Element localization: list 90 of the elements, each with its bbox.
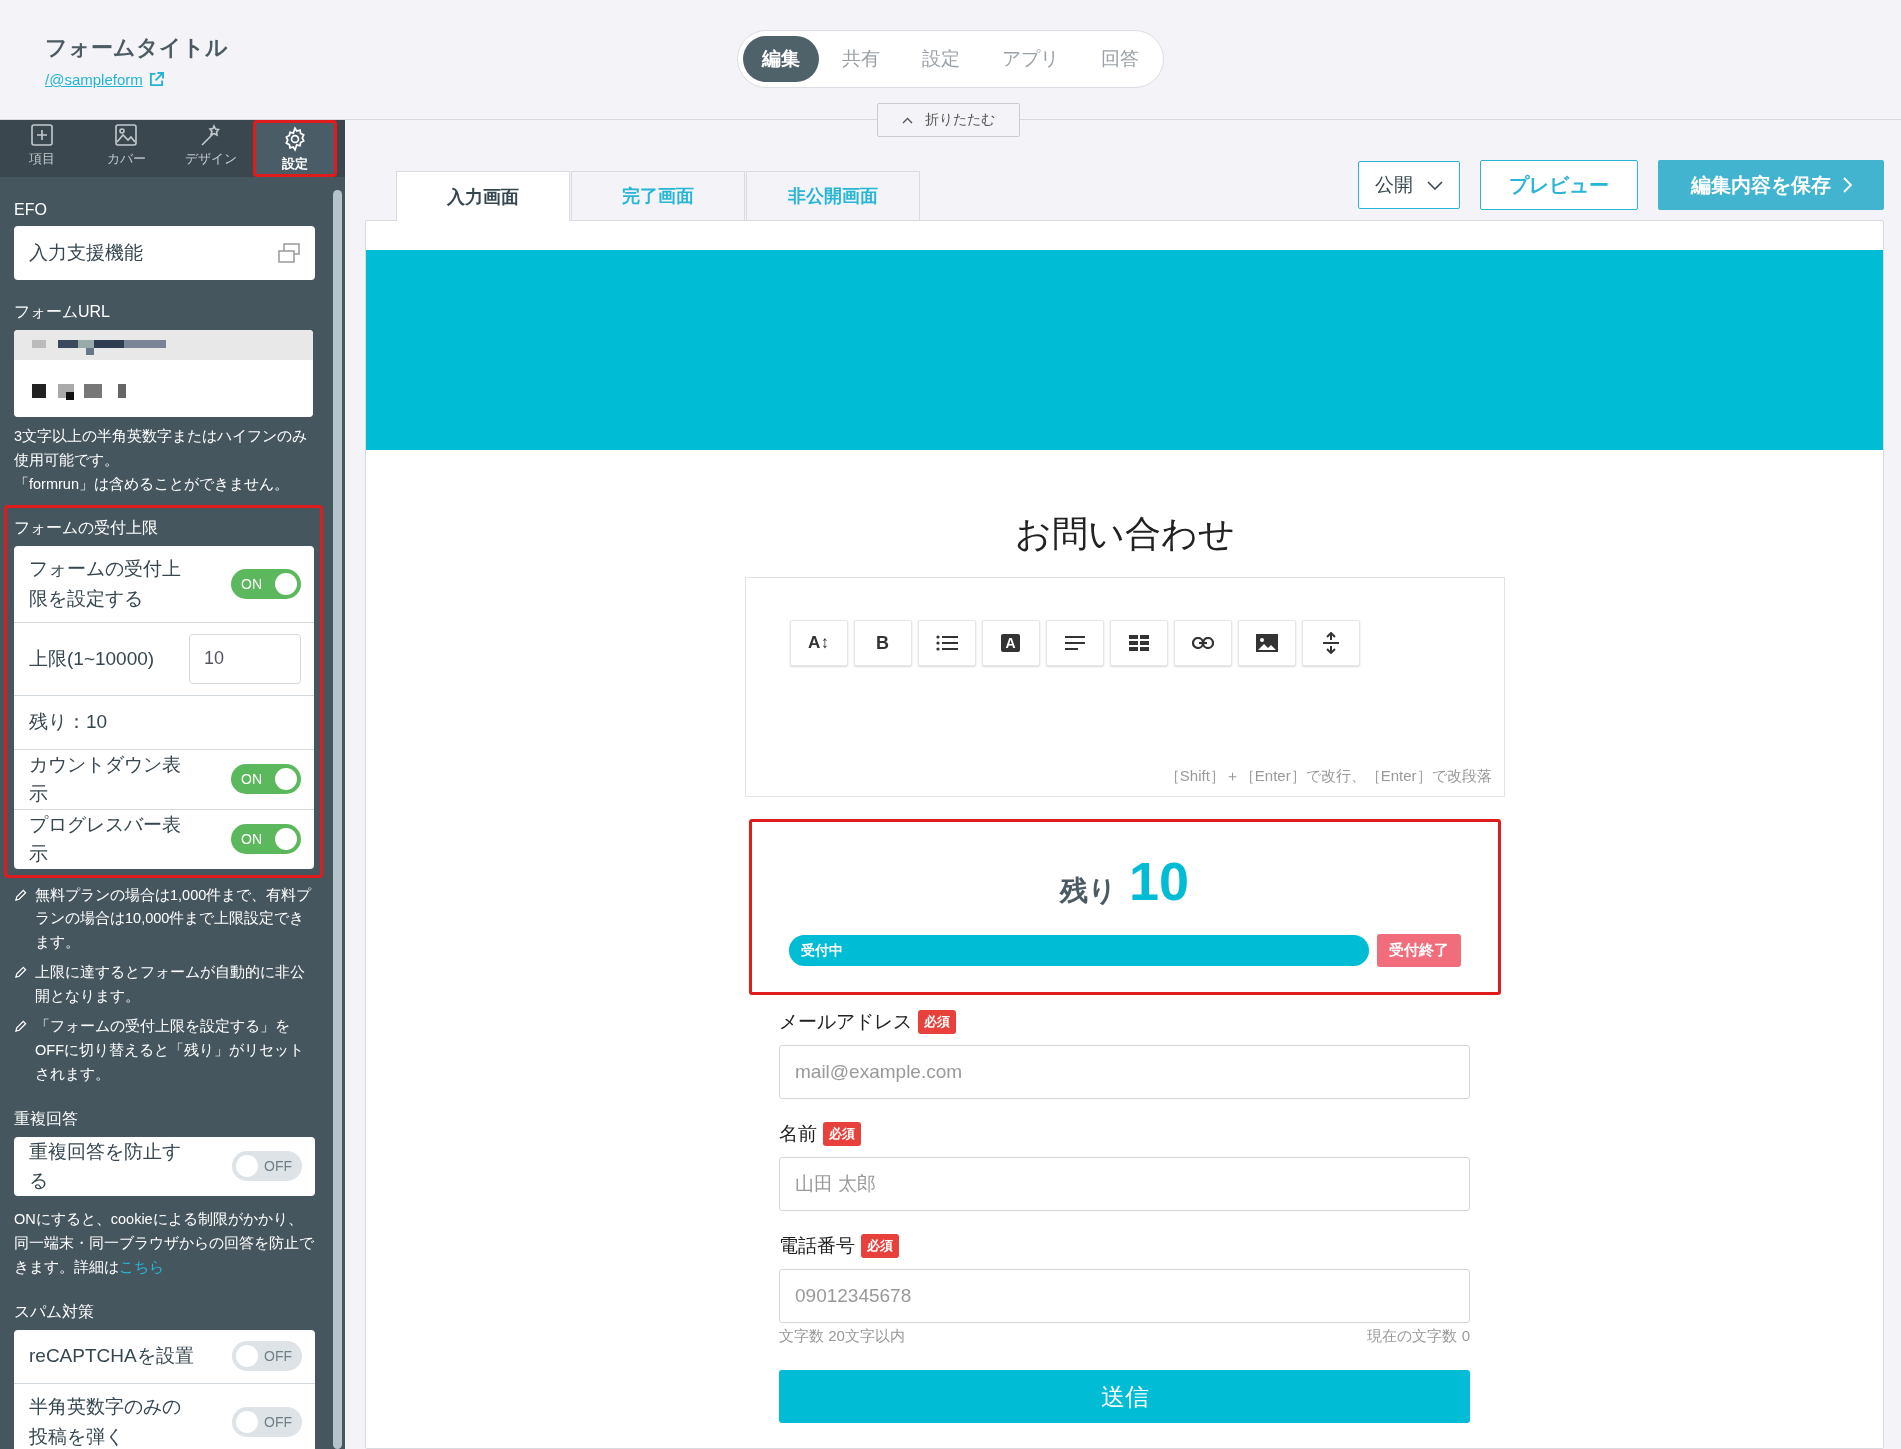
toolbar-button[interactable] — [1109, 620, 1168, 666]
help-text: 無料プランの場合は1,000件まで、有料プランの場合は10,000件まで上限設定できます。 — [35, 885, 313, 953]
pencil-icon — [14, 966, 27, 980]
plus-box-icon — [30, 123, 55, 147]
required-badge: 必須 — [861, 1234, 899, 1258]
toggle-switch[interactable]: OFF — [232, 1406, 302, 1437]
char-count: 現在の文字数 0 — [1367, 1327, 1470, 1346]
remaining-number: 10 — [1128, 850, 1190, 912]
help-text: 3文字以上の半角英数字またはハイフンのみ使用可能です。 — [14, 428, 308, 468]
input-field[interactable]: 山田 太郎 — [779, 1157, 1470, 1211]
align-left-icon — [1064, 636, 1085, 650]
help-text: 文字数 20文字以内 — [779, 1327, 905, 1346]
line-height-icon — [1322, 632, 1339, 654]
setting-label: 半角英数字のみの投稿を弾く — [29, 1395, 182, 1449]
windows-icon — [278, 243, 300, 263]
help-text: 上限に達するとフォームが自動的に非公開となります。 — [35, 963, 306, 1007]
section-tab[interactable]: アプリ — [983, 36, 1078, 82]
field-label: 電話番号 — [779, 1234, 855, 1258]
toolbar-button[interactable] — [1301, 620, 1360, 666]
input-field[interactable]: mail@example.com — [779, 1045, 1470, 1099]
required-badge: 必須 — [823, 1122, 861, 1146]
collapse-button[interactable]: 折りたたむ — [877, 103, 1020, 137]
list-icon — [935, 635, 958, 651]
setting-label: カウントダウン表示 — [29, 752, 182, 807]
publish-dropdown[interactable]: 公開 — [1358, 161, 1460, 209]
sidebar-tab[interactable]: 項目 — [0, 120, 85, 177]
progress-fill: 受付中 — [788, 935, 1369, 966]
section-tab[interactable]: 共有 — [823, 36, 899, 82]
editor-hint: ［Shift］＋［Enter］で改行、［Enter］で改段落 — [1164, 767, 1492, 786]
toolbar-button[interactable]: B — [853, 620, 912, 666]
screen-tab[interactable]: 完了画面 — [571, 171, 745, 220]
setting-label: reCAPTCHAを設置 — [29, 1344, 194, 1369]
section-tab[interactable]: 編集 — [743, 36, 819, 82]
pencil-icon — [14, 888, 27, 902]
screen-tab[interactable]: 非公開画面 — [746, 171, 920, 220]
section-heading: スパム対策 — [14, 1301, 95, 1322]
field-label: 名前 — [779, 1122, 817, 1146]
toolbar-button[interactable] — [1237, 620, 1296, 666]
form-heading: お問い合わせ — [1014, 512, 1235, 556]
link-icon — [1191, 637, 1214, 649]
remaining-label: 残り — [1059, 874, 1117, 908]
toolbar-button[interactable]: A — [981, 620, 1040, 666]
setting-label: プログレスバー表示 — [29, 812, 182, 867]
remaining-count: 残り：10 — [29, 710, 108, 735]
efo-option[interactable]: 入力支援機能 — [14, 226, 315, 280]
section-tab[interactable]: 設定 — [903, 36, 979, 82]
section-heading: EFO — [14, 201, 48, 219]
image-icon — [1255, 634, 1278, 652]
sidebar-tab[interactable]: カバー — [84, 120, 169, 177]
form-title: フォームタイトル — [45, 34, 229, 62]
setting-label: フォームの受付上限を設定する — [29, 557, 182, 611]
limit-input[interactable]: 10 — [189, 633, 301, 684]
section-heading: 重複回答 — [14, 1108, 79, 1129]
help-text: 「フォームの受付上限を設定する」をOFFに切り替えると「残り」がリセットされます。 — [35, 1017, 305, 1084]
toolbar-button[interactable] — [1045, 620, 1104, 666]
form-link[interactable]: /@sampleform — [45, 71, 143, 88]
toggle-switch[interactable]: OFF — [232, 1151, 302, 1182]
section-tab[interactable]: 回答 — [1082, 36, 1158, 82]
screen-tab[interactable]: 入力画面 — [396, 171, 570, 221]
image-icon — [114, 123, 139, 147]
preview-button[interactable]: プレビュー — [1480, 160, 1638, 210]
chevron-right-icon — [1842, 177, 1852, 193]
setting-label: 重複回答を防止する — [29, 1139, 182, 1194]
sidebar-tab[interactable]: 設定 — [252, 120, 337, 177]
chevron-down-icon — [1427, 180, 1443, 190]
toggle-switch[interactable]: ON — [231, 764, 301, 795]
closed-tag: 受付終了 — [1376, 934, 1461, 967]
toggle-switch[interactable]: ON — [231, 824, 301, 855]
scrollbar[interactable] — [333, 190, 342, 1449]
toolbar-button[interactable]: A↕ — [789, 620, 848, 666]
help-text: 「formrun」は含めることができません。 — [14, 475, 289, 492]
toggle-switch[interactable]: OFF — [232, 1341, 302, 1372]
submit-button[interactable]: 送信 — [779, 1370, 1470, 1423]
section-heading: フォームの受付上限 — [14, 517, 159, 538]
field-label: メールアドレス — [779, 1010, 912, 1034]
help-text: ONにすると、cookieによる制限がかかり、同一端末・同一ブラウザからの回答を防止できます。詳細は こちら — [14, 1209, 315, 1277]
section-heading: フォームURL — [14, 302, 111, 322]
table-icon — [1128, 635, 1149, 651]
input-field[interactable]: 09012345678 — [779, 1269, 1470, 1323]
toggle-switch[interactable]: ON — [231, 568, 301, 599]
save-button[interactable]: 編集内容を保存 — [1658, 160, 1884, 210]
required-badge: 必須 — [918, 1010, 956, 1034]
sidebar-tab[interactable]: デザイン — [168, 120, 253, 177]
pencil-icon — [14, 1020, 27, 1034]
details-link[interactable]: こちら — [119, 1258, 164, 1275]
text-editor[interactable]: A↕ B A ［Shift］＋［Enter］で改行、［Enter］で改段落 — [744, 577, 1505, 797]
chevron-up-icon — [902, 116, 913, 124]
toolbar-button[interactable] — [1173, 620, 1232, 666]
setting-label: 上限(1~10000) — [29, 646, 155, 671]
toolbar-button[interactable] — [917, 620, 976, 666]
